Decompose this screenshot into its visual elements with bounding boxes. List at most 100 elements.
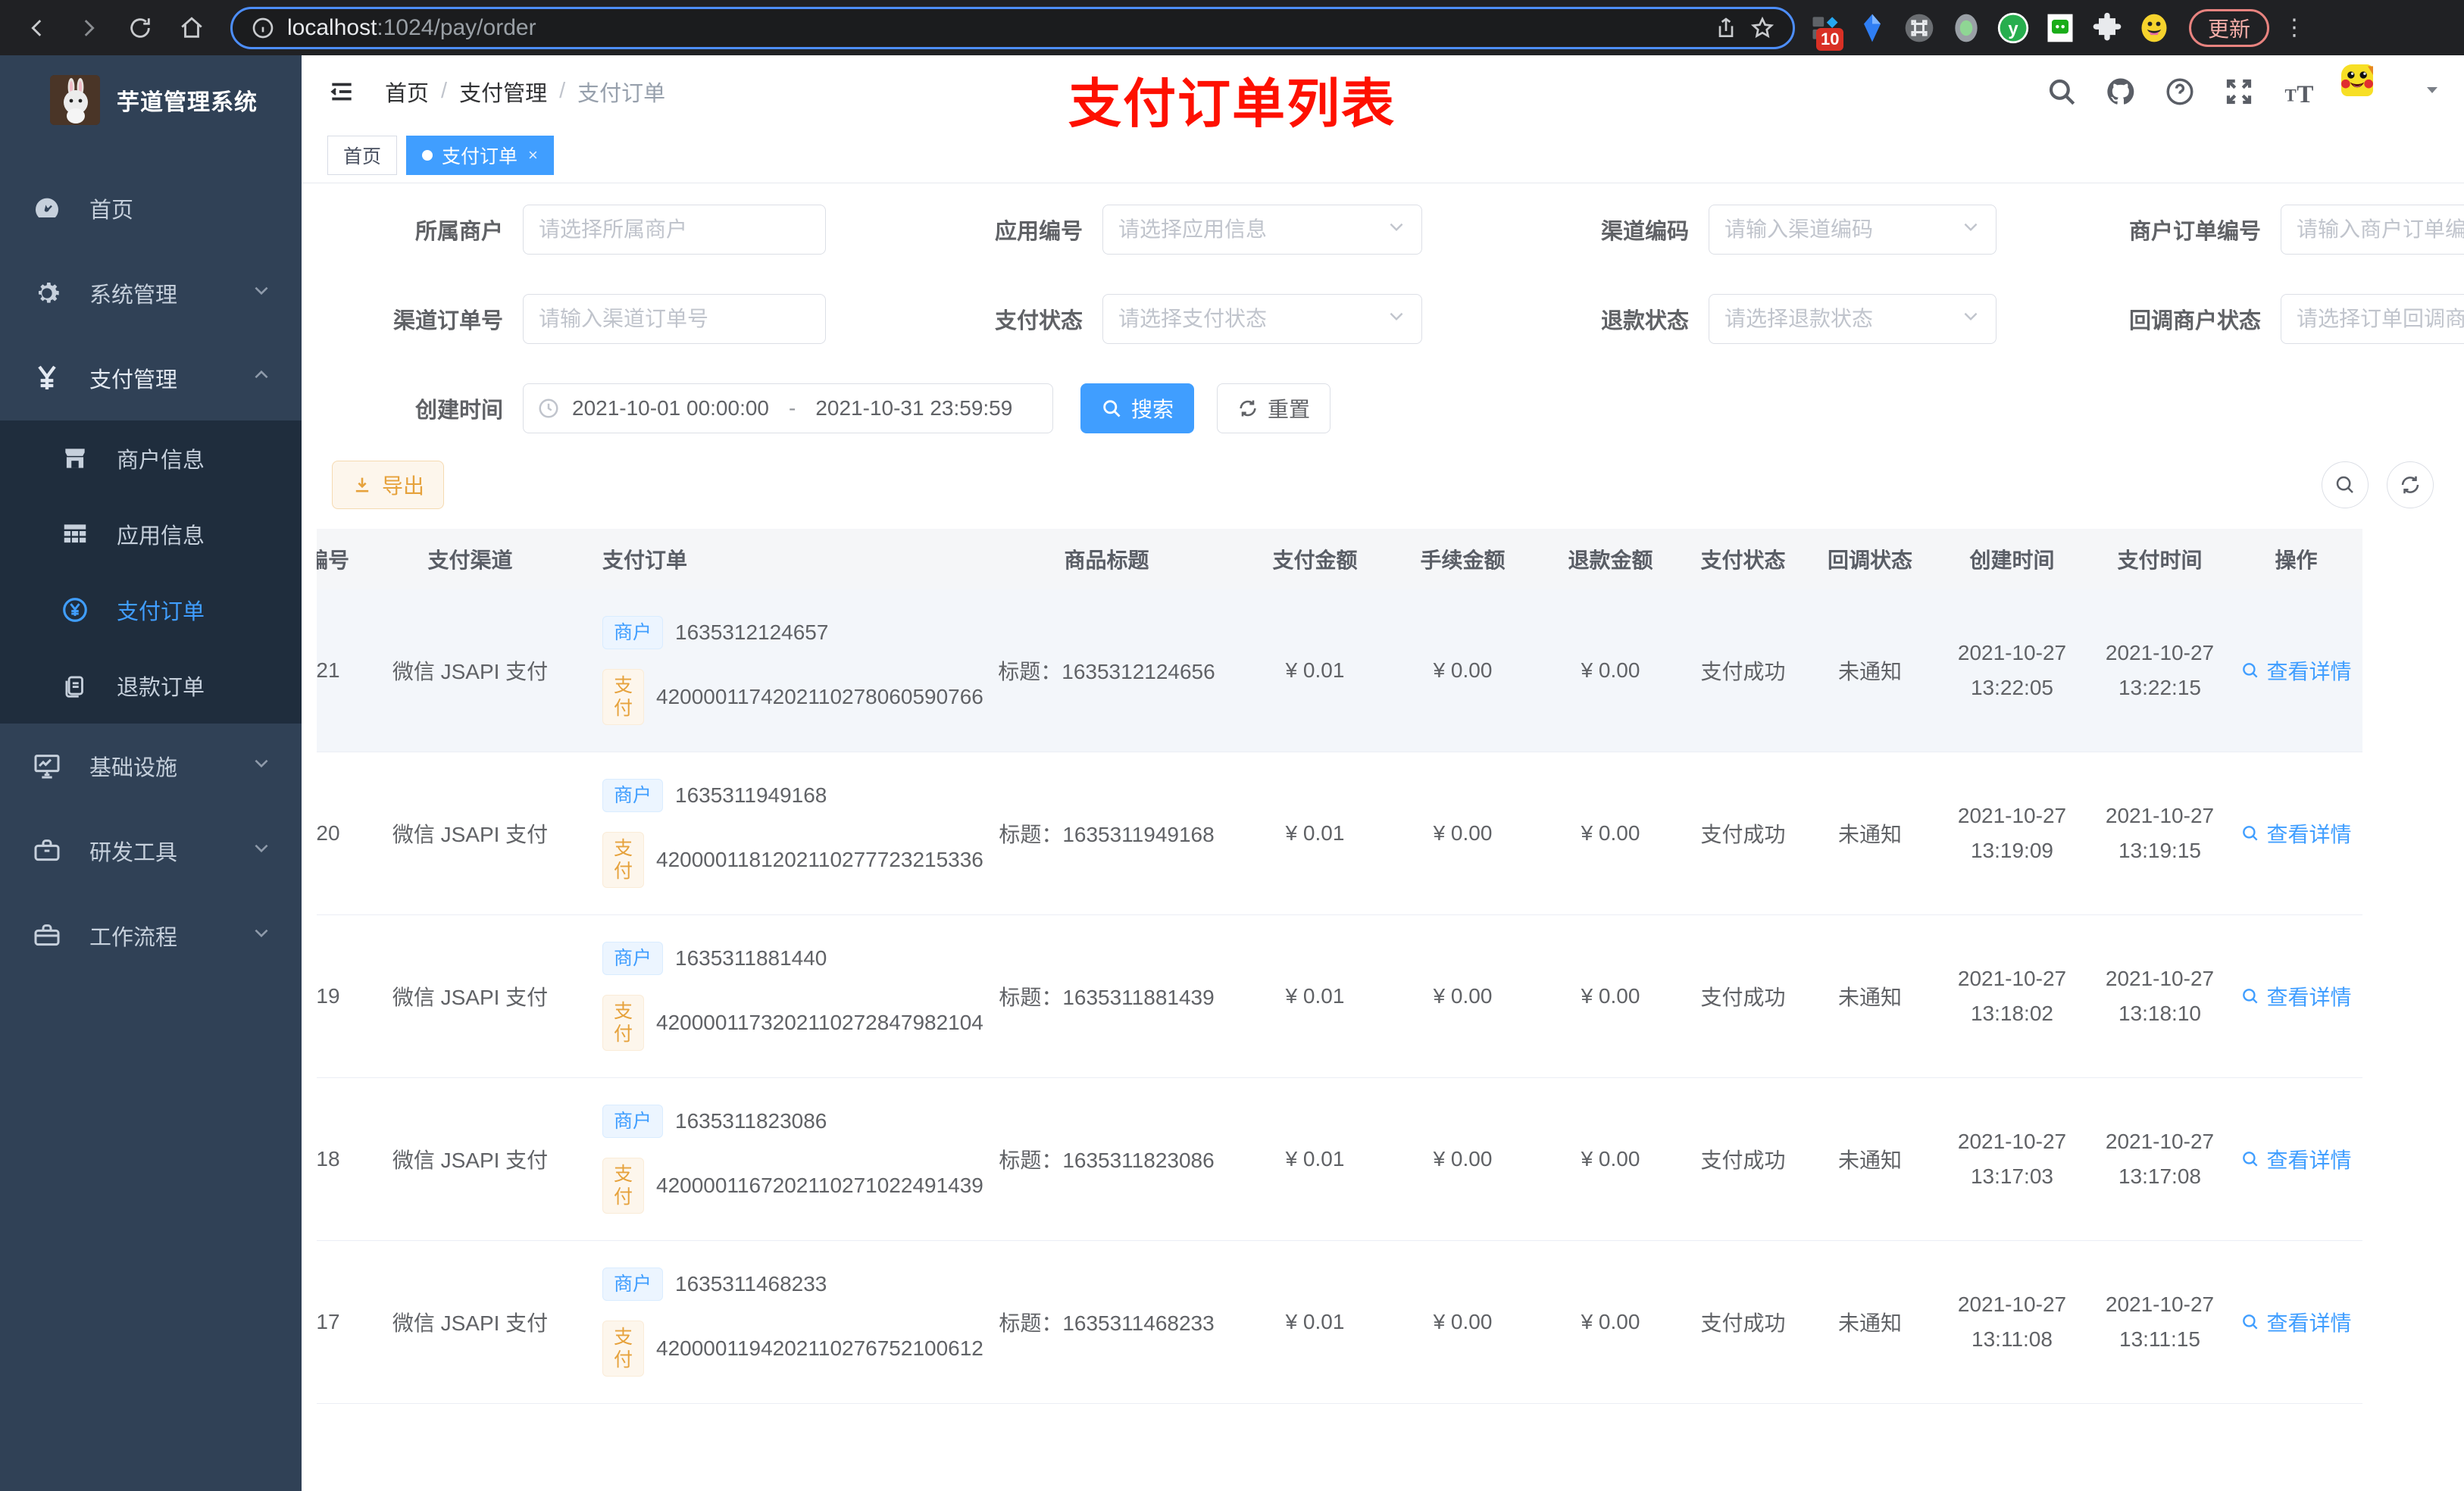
view-detail-link[interactable]: 查看详情: [2240, 818, 2352, 849]
order-id: 21: [317, 658, 340, 682]
toggle-search-button[interactable]: [2322, 461, 2369, 508]
breadcrumb-current: 支付订单: [577, 81, 666, 106]
pay-amount: ¥ 0.01: [1285, 1310, 1345, 1333]
channel-code-select[interactable]: [1709, 205, 1997, 255]
merchant-input[interactable]: [523, 205, 826, 255]
refund-amount: ¥ 0.00: [1581, 821, 1640, 845]
extension-chat-icon[interactable]: [2043, 11, 2077, 45]
sidebar-item-pay[interactable]: 支付管理: [0, 336, 302, 420]
pay-order-no: 4200001194202110276752100612: [656, 1336, 983, 1360]
sidebar-item-home[interactable]: 首页: [0, 166, 302, 251]
app-select[interactable]: [1102, 205, 1422, 255]
app-logo-row[interactable]: 芋道管理系统: [0, 55, 302, 143]
view-detail-link[interactable]: 查看详情: [2240, 981, 2352, 1011]
filter-label-notify-status: 回调商户状态: [2128, 309, 2261, 333]
gear-icon: [39, 283, 59, 303]
extension-command-icon[interactable]: [1903, 11, 1936, 45]
view-detail-link[interactable]: 查看详情: [2240, 1307, 2352, 1337]
notify-status-select[interactable]: [2281, 294, 2464, 344]
filter-label-refund-status: 退款状态: [1600, 309, 1689, 333]
extension-y-icon[interactable]: y: [1997, 11, 2030, 45]
extension-gem-icon[interactable]: [1856, 11, 1889, 45]
filter-label-merchant-order-no: 商户订单编号: [2128, 220, 2261, 244]
tag-close-icon[interactable]: ×: [528, 145, 538, 165]
range-end[interactable]: 2021-10-31 23:59:59: [815, 396, 1012, 420]
search-icon: [2243, 1314, 2258, 1330]
sidebar-fold-icon[interactable]: [327, 75, 361, 108]
browser-update-button[interactable]: 更新: [2189, 8, 2270, 47]
extension-tabs-icon[interactable]: 10: [1809, 11, 1844, 51]
site-info-icon[interactable]: [251, 16, 275, 40]
browser-menu-icon[interactable]: ⋮: [2283, 14, 2306, 41]
pay-status: 支付成功: [1700, 1311, 1786, 1335]
extension-puzzle-icon[interactable]: [2090, 11, 2124, 45]
pay-status: 支付成功: [1700, 660, 1786, 683]
share-icon[interactable]: [1714, 16, 1738, 40]
chevron-down-icon: [252, 280, 271, 306]
address-bar[interactable]: localhost:1024/pay/order: [230, 6, 1795, 49]
yen-icon: [38, 365, 56, 389]
range-start[interactable]: 2021-10-01 00:00:00: [572, 396, 769, 420]
documents-icon: [65, 676, 83, 698]
chevron-down-icon: [1387, 217, 1406, 242]
view-detail-link[interactable]: 查看详情: [2240, 1144, 2352, 1174]
chevron-down-icon: [252, 923, 271, 949]
shop-icon: [65, 449, 85, 468]
user-avatar[interactable]: [2341, 64, 2396, 119]
channel-order-no-input[interactable]: [523, 294, 826, 344]
merchant-order-no-input[interactable]: [2281, 205, 2464, 255]
github-icon[interactable]: [2105, 76, 2137, 108]
back-icon[interactable]: [15, 6, 59, 50]
app-title: 芋道管理系统: [117, 90, 258, 115]
url-host: localhost: [287, 14, 377, 40]
pay-submenu: 商户信息 应用信息 支付订单 退款订单: [0, 420, 302, 724]
sidebar-item-infra[interactable]: 基础设施: [0, 724, 302, 808]
sidebar-item-refund-order[interactable]: 退款订单: [0, 648, 302, 724]
home-icon[interactable]: [170, 6, 214, 50]
fullscreen-icon[interactable]: [2223, 76, 2255, 108]
extension-emoji-icon[interactable]: [2137, 11, 2171, 45]
pay-tag: 支付: [602, 995, 645, 1051]
refund-status-select[interactable]: [1709, 294, 1997, 344]
pay-order-no: 4200001174202110278060590766: [656, 685, 983, 708]
sidebar-item-merchant-info[interactable]: 商户信息: [0, 420, 302, 496]
sidebar-item-app-info[interactable]: 应用信息: [0, 496, 302, 572]
refund-amount: ¥ 0.00: [1581, 984, 1640, 1008]
sidebar-item-devtools[interactable]: 研发工具: [0, 808, 302, 893]
reset-button[interactable]: 重置: [1217, 383, 1330, 433]
sidebar-item-workflow[interactable]: 工作流程: [0, 893, 302, 978]
table-header-row: 编号 支付渠道 支付订单 商品标题 支付金额 手续金额 退款金额 支付状态 回调…: [317, 529, 2362, 589]
view-detail-link[interactable]: 查看详情: [2240, 655, 2352, 686]
search-button[interactable]: 搜索: [1080, 383, 1194, 433]
font-size-icon[interactable]: TT: [2282, 76, 2314, 108]
breadcrumb-pay[interactable]: 支付管理: [459, 76, 547, 108]
sidebar: 芋道管理系统 首页 系统管理 支付管理 商户信息 应用信息 支付订单 退款订单 …: [0, 55, 302, 1491]
extension-record-icon[interactable]: [1950, 11, 1983, 45]
filter-form: 所属商户 应用编号 渠道编码 商户订单编号 渠道订单号: [302, 183, 2464, 433]
tag-home[interactable]: 首页: [327, 135, 398, 175]
avatar-caret-icon[interactable]: [2423, 80, 2441, 102]
chevron-down-icon: [1961, 217, 1981, 242]
download-icon: [355, 477, 369, 492]
refund-amount: ¥ 0.00: [1581, 1147, 1640, 1171]
refresh-table-button[interactable]: [2387, 461, 2434, 508]
sidebar-item-pay-order[interactable]: 支付订单: [0, 572, 302, 648]
svg-text:y: y: [2008, 19, 2018, 39]
notify-status: 未通知: [1837, 986, 1902, 1009]
table-row: 19 微信 JSAPI 支付 商户 1635311881440 支付 42000…: [317, 915, 2362, 1078]
reload-icon[interactable]: [118, 6, 162, 50]
active-tag-dot: [422, 149, 433, 161]
create-time-range-picker[interactable]: 2021-10-01 00:00:00 - 2021-10-31 23:59:5…: [523, 383, 1053, 433]
help-icon[interactable]: [2164, 76, 2196, 108]
forward-icon[interactable]: [67, 6, 111, 50]
breadcrumb-home[interactable]: 首页: [385, 76, 429, 108]
bookmark-star-icon[interactable]: [1750, 16, 1775, 40]
order-id: 18: [317, 1147, 340, 1171]
export-button[interactable]: 导出: [332, 461, 444, 509]
tag-pay-order[interactable]: 支付订单 ×: [406, 135, 554, 175]
search-icon[interactable]: [2046, 76, 2078, 108]
sidebar-item-system[interactable]: 系统管理: [0, 251, 302, 336]
pay-order-no: 4200001173202110272847982104: [656, 1011, 983, 1034]
pay-status-select[interactable]: [1102, 294, 1422, 344]
pay-tag: 支付: [602, 1158, 645, 1214]
